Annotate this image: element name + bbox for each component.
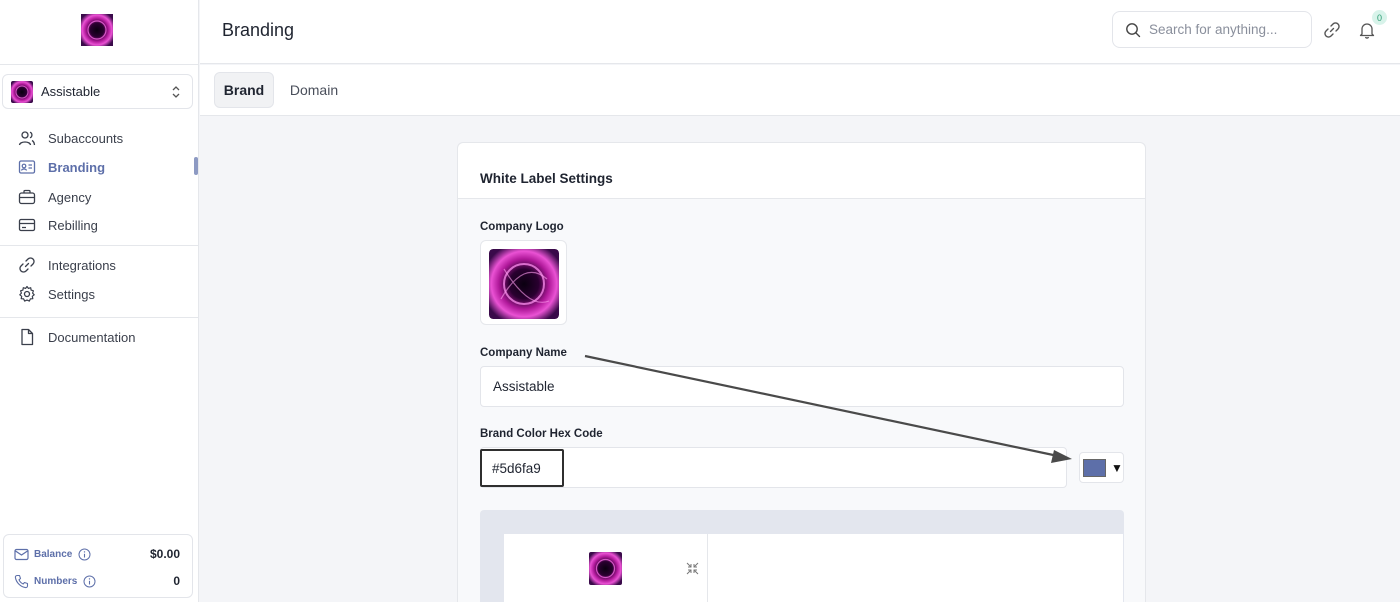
sidebar-item-documentation[interactable]: Documentation — [18, 326, 135, 348]
link-icon[interactable] — [1323, 21, 1341, 39]
search-box[interactable] — [1112, 11, 1312, 48]
tab-domain[interactable]: Domain — [280, 72, 348, 108]
numbers-value: 0 — [173, 574, 180, 588]
link-icon — [19, 257, 35, 273]
search-input[interactable] — [1149, 22, 1299, 37]
tab-bar: Brand Domain — [200, 65, 1400, 116]
sidebar-item-integrations[interactable]: Integrations — [18, 254, 116, 276]
document-icon — [21, 328, 34, 346]
numbers-row: Numbers 0 — [14, 572, 180, 590]
info-icon[interactable] — [83, 575, 96, 588]
chevron-up-down-icon — [172, 86, 180, 98]
sidebar-item-label: Settings — [48, 286, 95, 302]
briefcase-icon — [18, 189, 36, 205]
preview-sidebar — [504, 534, 708, 602]
info-icon[interactable] — [78, 548, 91, 561]
collapse-icon[interactable] — [686, 562, 699, 575]
sidebar-item-rebilling[interactable]: Rebilling — [18, 214, 98, 236]
id-card-icon — [18, 160, 36, 174]
brand-color-input[interactable] — [480, 447, 1067, 488]
sidebar-item-agency[interactable]: Agency — [18, 186, 91, 208]
sidebar-item-label: Agency — [48, 189, 92, 205]
card-title: White Label Settings — [480, 171, 613, 186]
company-name-input[interactable] — [480, 366, 1124, 407]
phone-icon — [14, 574, 29, 588]
sidebar-item-label: Branding — [48, 159, 106, 175]
users-icon — [18, 131, 36, 146]
sidebar-divider — [0, 245, 199, 246]
notification-badge: 0 — [1372, 10, 1387, 25]
caret-down-icon: ▼ — [1111, 460, 1123, 475]
sidebar-item-label: Subaccounts — [48, 130, 124, 146]
sidebar-item-label: Rebilling — [48, 217, 98, 233]
brand-color-hex-value[interactable]: #5d6fa9 — [480, 449, 564, 487]
envelope-icon — [14, 548, 29, 560]
account-name: Assistable — [41, 84, 101, 99]
company-logo-label: Company Logo — [480, 221, 564, 233]
balance-row: Balance $0.00 — [14, 545, 180, 563]
sidebar-divider — [0, 317, 199, 318]
preview-window — [504, 534, 1123, 602]
numbers-label: Numbers — [34, 575, 78, 587]
company-logo-upload[interactable] — [480, 240, 567, 325]
brand-color-label: Brand Color Hex Code — [480, 428, 603, 440]
sidebar: Assistable Subaccounts Branding Agency R… — [0, 0, 199, 602]
white-label-card: White Label Settings Company Logo Compan… — [457, 142, 1146, 602]
card-header: White Label Settings — [458, 143, 1145, 199]
page-title: Branding — [222, 20, 295, 40]
preview-logo — [589, 552, 622, 585]
company-name-label: Company Name — [480, 347, 567, 359]
sidebar-item-label: Integrations — [48, 257, 116, 273]
sidebar-item-branding[interactable]: Branding — [18, 156, 105, 178]
brand-preview — [480, 510, 1124, 602]
active-indicator — [194, 157, 198, 175]
sidebar-divider — [0, 64, 199, 65]
app-logo[interactable] — [81, 14, 113, 46]
sidebar-item-label: Documentation — [48, 329, 136, 345]
account-switcher[interactable]: Assistable — [2, 74, 193, 109]
sidebar-item-subaccounts[interactable]: Subaccounts — [18, 127, 123, 149]
bell-icon[interactable] — [1358, 21, 1376, 39]
tab-brand[interactable]: Brand — [214, 72, 274, 108]
sidebar-item-settings[interactable]: Settings — [18, 283, 95, 305]
search-icon — [1126, 22, 1141, 37]
balance-panel: Balance $0.00 Numbers 0 — [3, 534, 193, 598]
company-logo-image — [489, 249, 559, 319]
balance-label: Balance — [34, 548, 73, 560]
color-picker-button[interactable]: ▼ — [1079, 452, 1124, 483]
account-logo — [11, 80, 33, 103]
color-swatch — [1083, 458, 1106, 477]
credit-card-icon — [18, 218, 36, 232]
gear-icon — [19, 285, 35, 302]
balance-value: $0.00 — [149, 547, 180, 561]
top-header: Branding 0 — [200, 0, 1400, 64]
